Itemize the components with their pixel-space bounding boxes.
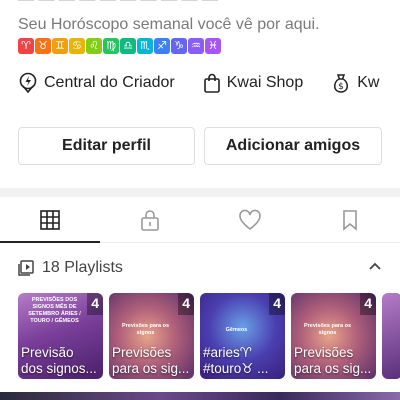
card-title: Previsão dos signos... (21, 345, 97, 376)
creator-center-link[interactable]: Central do Criador (18, 72, 175, 94)
card-title: Previsões para os sig... (294, 345, 372, 376)
active-tab-indicator (0, 241, 100, 243)
tab-videos[interactable] (0, 198, 100, 243)
bookmark-icon (343, 210, 357, 231)
tab-saved[interactable] (300, 198, 400, 242)
video-grid-preview (0, 392, 400, 400)
card-cover-title: Previsões para os signos (121, 323, 170, 336)
svg-text:$: $ (338, 82, 344, 92)
zodiac-sign-icon: ♓ (205, 38, 221, 54)
zodiac-emoji-row: ♈ ♉ ♊ ♋ ♌ ♍ ♎ ♏ ♐ ♑ ♒ ♓ (18, 38, 221, 54)
profile-bio: Seu Horóscopo semanal você vê por aqui. (18, 16, 320, 33)
money-bag-link[interactable]: $ Kw (331, 72, 379, 94)
tab-private[interactable] (100, 198, 200, 242)
playlist-card[interactable]: PREVISÕES DOS SIGNOS MÊS DE SETEMBRO ÁRI… (18, 293, 103, 379)
zodiac-sign-icon: ♌ (86, 38, 102, 54)
zodiac-sign-icon: ♒ (188, 38, 204, 54)
zodiac-sign-icon: ♋ (69, 38, 85, 54)
playlist-carousel: PREVISÕES DOS SIGNOS MÊS DE SETEMBRO ÁRI… (18, 293, 400, 379)
lightning-pin-icon (19, 72, 37, 94)
zodiac-sign-icon: ♊ (52, 38, 68, 54)
playlist-card-partial[interactable] (382, 293, 400, 379)
section-divider (0, 188, 400, 197)
playlist-card[interactable]: Gêmeos 4 #aries♈ #touro♉ ... (200, 293, 285, 379)
playlists-header[interactable]: 18 Playlists (18, 257, 382, 279)
playlists-title: 18 Playlists (42, 259, 123, 276)
tab-liked[interactable] (200, 198, 300, 242)
zodiac-sign-icon: ♏ (137, 38, 153, 54)
quick-links-row: Central do Criador Kwai Shop $ Kw (18, 72, 400, 94)
playlist-icon (18, 260, 34, 276)
card-count: 4 (182, 295, 190, 311)
cut-off-text: — — — — — — — — — — (18, 0, 218, 9)
add-friends-button[interactable]: Adicionar amigos (204, 127, 382, 165)
shopping-bag-icon (203, 73, 220, 93)
creator-center-label: Central do Criador (44, 74, 175, 91)
zodiac-sign-icon: ♑ (171, 38, 187, 54)
card-count: 4 (273, 295, 281, 311)
card-count: 4 (364, 295, 372, 311)
kwai-shop-link[interactable]: Kwai Shop (203, 72, 304, 94)
grid-icon (40, 210, 60, 230)
chevron-up-icon[interactable] (368, 259, 382, 273)
card-title: #aries♈ #touro♉ ... (203, 345, 269, 376)
card-cover-title: PREVISÕES DOS SIGNOS MÊS DE SETEMBRO ÁRI… (28, 297, 81, 324)
money-bag-label: Kw (357, 74, 380, 91)
edit-profile-button[interactable]: Editar perfil (18, 127, 195, 165)
lock-icon (141, 210, 159, 231)
playlist-card[interactable]: Previsões para os signos 4 Previsões par… (109, 293, 194, 379)
zodiac-sign-icon: ♐ (154, 38, 170, 54)
playlist-card[interactable]: Previsões para os signos 4 Previsões par… (291, 293, 376, 379)
card-cover-title: Previsões para os signos (303, 323, 352, 336)
card-title: Previsões para os sig... (112, 345, 190, 376)
zodiac-sign-icon: ♍ (103, 38, 119, 54)
card-count: 4 (91, 295, 99, 311)
kwai-shop-label: Kwai Shop (226, 74, 304, 91)
card-cover-title: Gêmeos (225, 327, 248, 333)
content-tabs (0, 198, 400, 243)
zodiac-sign-icon: ♈ (18, 38, 34, 54)
zodiac-sign-icon: ♎ (120, 38, 136, 54)
heart-icon (239, 209, 261, 231)
money-bag-icon: $ (334, 74, 349, 93)
zodiac-sign-icon: ♉ (35, 38, 51, 54)
